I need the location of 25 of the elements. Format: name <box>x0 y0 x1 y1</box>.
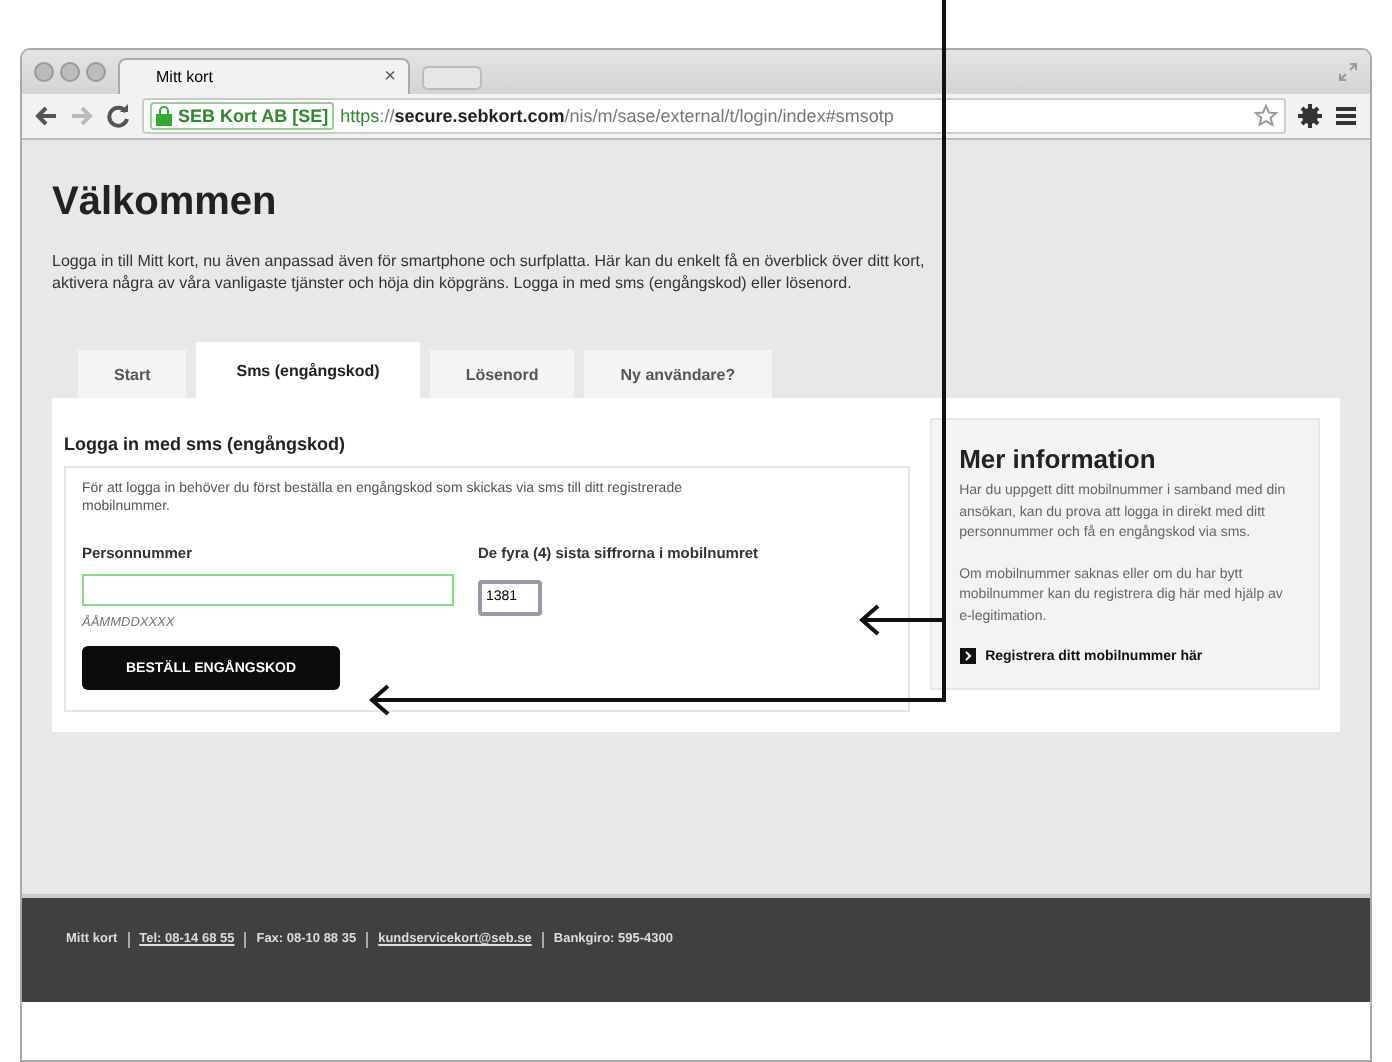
tab[interactable]: Start <box>78 350 187 398</box>
address-bar[interactable]: SEB Kort AB [SE] https://secure.sebkort.com/nis/m/sase/external/t/login/index#smsotp <box>142 98 1286 134</box>
fullscreen-icon[interactable] <box>1338 62 1358 82</box>
forward-icon[interactable] <box>70 104 94 128</box>
intro-text: Logga in till Mitt kort, nu även anpassad även för smartphone och surfplatta. Här kan du enkelt få en överblick över ditt kort, aktivera några av våra vanligaste tjänster och höja din köpgräns. Logga in med sms (engångskod) eller lösenord. <box>52 250 927 294</box>
page-title: Välkommen <box>52 180 279 226</box>
url-text: https://secure.sebkort.com/nis/m/sase/external/t/login/index#smsotp <box>340 106 896 126</box>
site-identity-badge[interactable]: SEB Kort AB [SE] <box>150 102 335 130</box>
new-tab-button[interactable] <box>422 66 482 90</box>
settings-icon[interactable] <box>1298 104 1322 128</box>
lock-icon <box>156 106 172 126</box>
tab[interactable]: Lösenord <box>429 350 575 398</box>
personnummer-field[interactable] <box>82 574 454 606</box>
close-icon[interactable]: × <box>384 66 396 88</box>
browser-tab[interactable]: Mitt kort × <box>118 58 410 94</box>
site-name: SEB Kort AB [SE] <box>178 106 329 126</box>
back-icon[interactable] <box>34 104 58 128</box>
arrow-icon <box>959 648 976 664</box>
star-icon[interactable] <box>1254 104 1278 128</box>
form-heading: Logga in med sms (engångskod) <box>64 434 348 454</box>
tab[interactable]: Sms (engångskod) <box>196 342 420 398</box>
info-heading: Mer information <box>959 444 1158 474</box>
menu-icon[interactable] <box>1334 104 1358 128</box>
reload-icon[interactable] <box>106 104 130 128</box>
tab[interactable]: Ny användare? <box>584 350 772 398</box>
